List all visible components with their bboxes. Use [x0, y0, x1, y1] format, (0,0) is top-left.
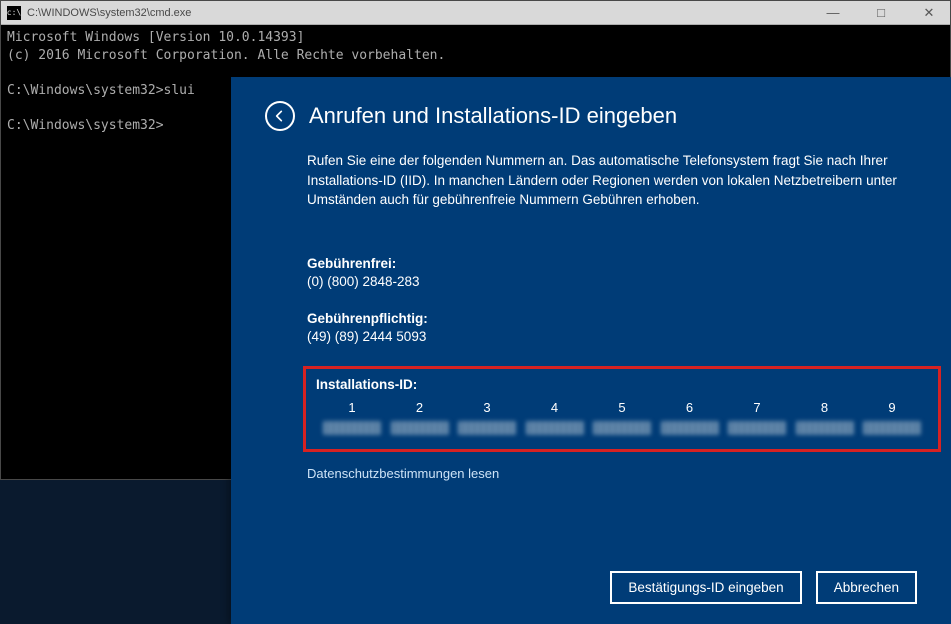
- window-controls: — □ ✕: [818, 5, 944, 21]
- tollfree-label: Gebührenfrei:: [307, 256, 917, 271]
- dialog-description: Rufen Sie eine der folgenden Nummern an.…: [307, 151, 917, 210]
- iid-value-blurred: [661, 421, 719, 435]
- iid-index: 7: [753, 400, 760, 415]
- iid-column: 1: [322, 400, 382, 435]
- dialog-title: Anrufen und Installations-ID eingeben: [309, 103, 677, 129]
- iid-column: 7: [727, 400, 787, 435]
- back-button[interactable]: [265, 101, 295, 131]
- iid-index: 9: [888, 400, 895, 415]
- close-button[interactable]: ✕: [914, 5, 944, 21]
- toll-group: Gebührenpflichtig: (49) (89) 2444 5093: [307, 311, 917, 344]
- installation-id-label: Installations-ID:: [312, 377, 932, 392]
- iid-index: 2: [416, 400, 423, 415]
- dialog-footer: Bestätigungs-ID eingeben Abbrechen: [610, 571, 917, 604]
- installation-id-box: Installations-ID: 1 2 3 4 5 6 7 8 9: [303, 366, 941, 452]
- confirm-id-button[interactable]: Bestätigungs-ID eingeben: [610, 571, 801, 604]
- iid-column: 6: [660, 400, 720, 435]
- iid-value-blurred: [391, 421, 449, 435]
- iid-value-blurred: [863, 421, 921, 435]
- iid-index: 4: [551, 400, 558, 415]
- cmd-line: (c) 2016 Microsoft Corporation. Alle Rec…: [7, 48, 445, 63]
- tollfree-number: (0) (800) 2848-283: [307, 274, 917, 289]
- iid-value-blurred: [458, 421, 516, 435]
- cmd-icon: c:\: [7, 6, 21, 20]
- iid-column: 2: [390, 400, 450, 435]
- minimize-button[interactable]: —: [818, 5, 848, 21]
- dialog-header: Anrufen und Installations-ID eingeben: [265, 101, 917, 131]
- iid-index: 6: [686, 400, 693, 415]
- iid-value-blurred: [796, 421, 854, 435]
- iid-column: 8: [795, 400, 855, 435]
- cmd-prompt: C:\Windows\system32>: [7, 118, 164, 133]
- cmd-line: Microsoft Windows [Version 10.0.14393]: [7, 30, 304, 45]
- privacy-link[interactable]: Datenschutzbestimmungen lesen: [307, 466, 917, 481]
- iid-column: 5: [592, 400, 652, 435]
- toll-number: (49) (89) 2444 5093: [307, 329, 917, 344]
- activation-dialog: Anrufen und Installations-ID eingeben Ru…: [231, 77, 951, 624]
- arrow-left-icon: [272, 108, 288, 124]
- cancel-button[interactable]: Abbrechen: [816, 571, 917, 604]
- iid-column: 3: [457, 400, 517, 435]
- toll-label: Gebührenpflichtig:: [307, 311, 917, 326]
- tollfree-group: Gebührenfrei: (0) (800) 2848-283: [307, 256, 917, 289]
- iid-column: 4: [525, 400, 585, 435]
- iid-index: 3: [483, 400, 490, 415]
- iid-value-blurred: [526, 421, 584, 435]
- iid-value-blurred: [323, 421, 381, 435]
- cmd-title: C:\WINDOWS\system32\cmd.exe: [27, 7, 818, 19]
- iid-index: 5: [618, 400, 625, 415]
- iid-column: 9: [862, 400, 922, 435]
- iid-value-blurred: [593, 421, 651, 435]
- cmd-prompt: C:\Windows\system32>slui: [7, 83, 195, 98]
- installation-id-grid: 1 2 3 4 5 6 7 8 9: [312, 400, 932, 435]
- cmd-titlebar[interactable]: c:\ C:\WINDOWS\system32\cmd.exe — □ ✕: [1, 1, 950, 25]
- iid-index: 8: [821, 400, 828, 415]
- iid-index: 1: [348, 400, 355, 415]
- maximize-button[interactable]: □: [866, 5, 896, 21]
- iid-value-blurred: [728, 421, 786, 435]
- phone-numbers: Gebührenfrei: (0) (800) 2848-283 Gebühre…: [307, 256, 917, 344]
